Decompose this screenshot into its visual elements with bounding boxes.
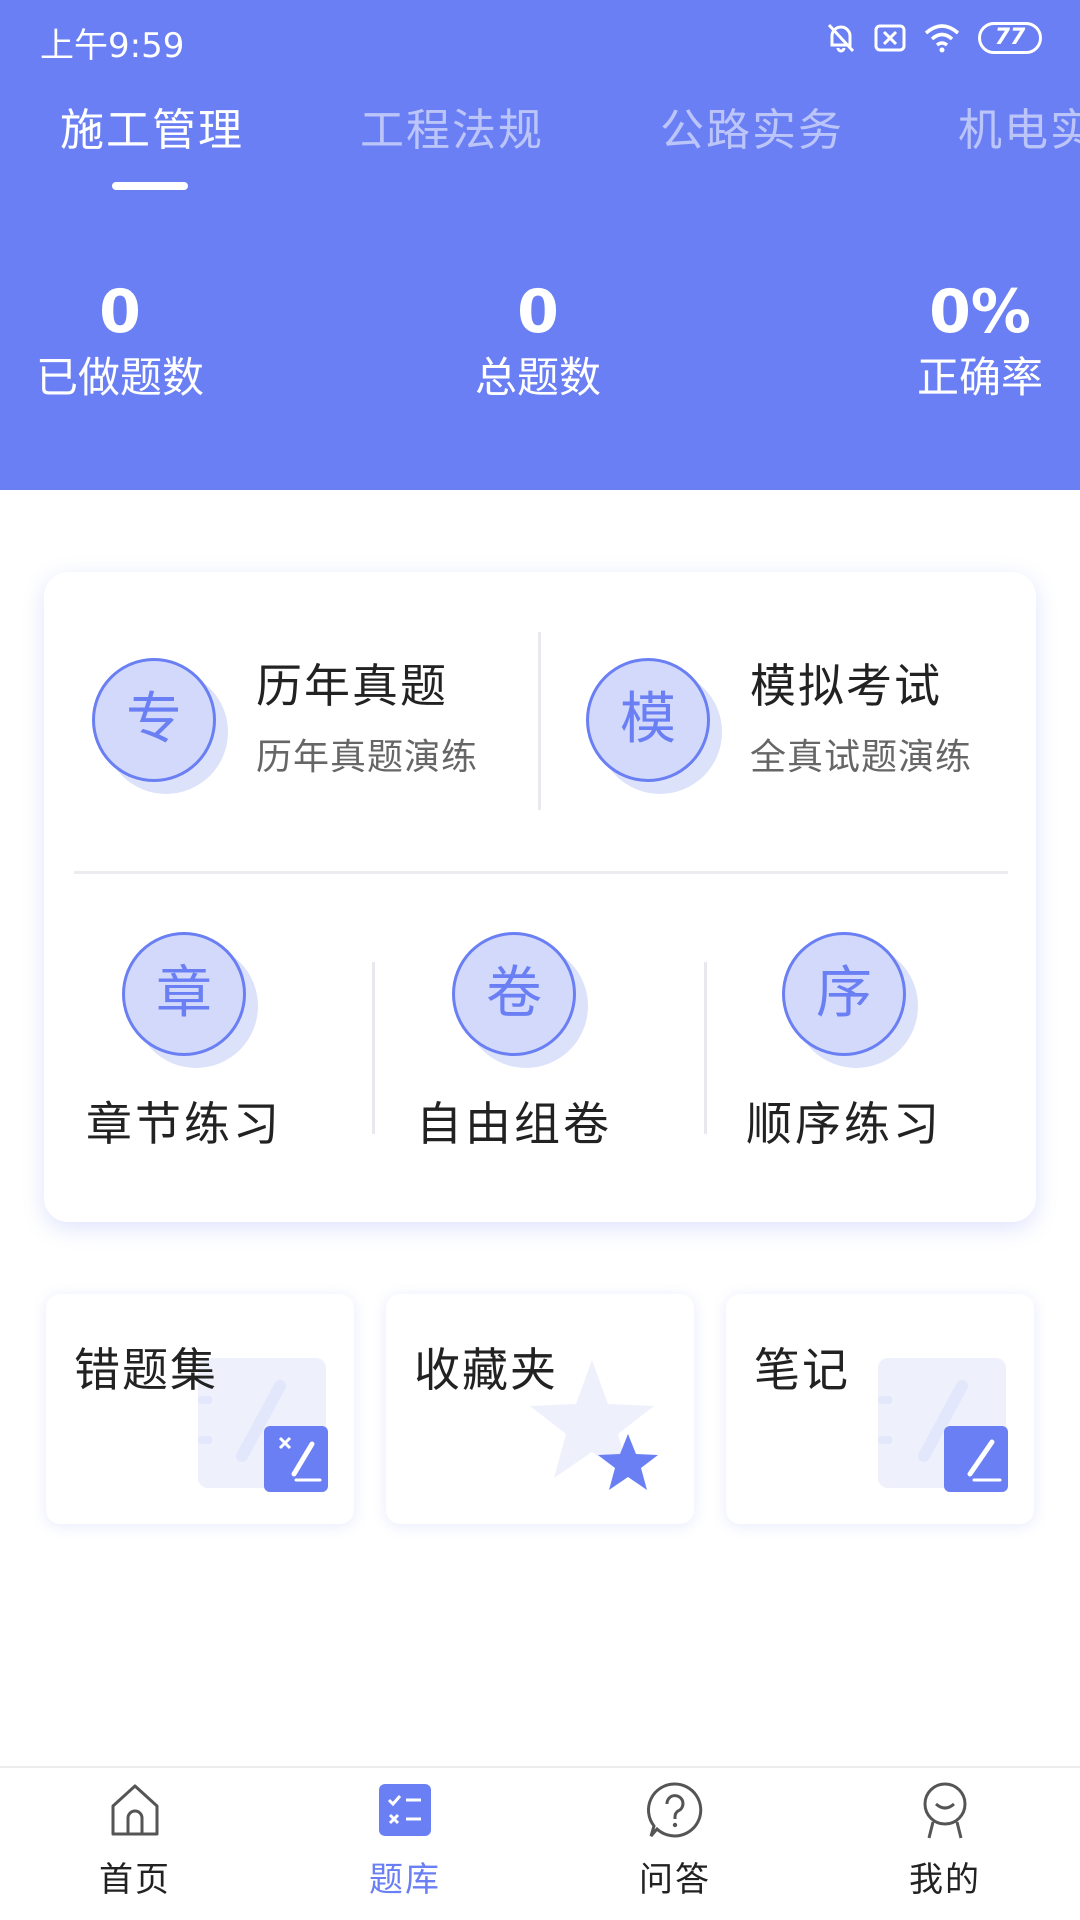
mock-exam-subtitle: 全真试题演练 — [750, 737, 973, 778]
wrong-questions-card[interactable]: 错题集 — [46, 1294, 354, 1524]
practice-card: 专 历年真题 历年真题演练 模 模拟考试 全真试题演练 章 章节练习 卷 自由组… — [44, 572, 1036, 1222]
tab-construction-management[interactable]: 施工管理 — [60, 94, 244, 158]
stat-accuracy: 0% 正确率 — [880, 276, 1080, 408]
profile-icon — [923, 1782, 967, 1839]
status-icons: 77 — [826, 18, 1042, 58]
bottom-nav: 首页 题库 问答 我的 — [0, 1766, 1080, 1920]
tab-highway-practice[interactable]: 公路实务 — [660, 94, 844, 158]
tab-mechanical-electrical[interactable]: 机电实 — [958, 94, 1080, 158]
tab-engineering-regulations[interactable]: 工程法规 — [360, 94, 544, 158]
past-exams-subtitle: 历年真题演练 — [256, 737, 479, 778]
home-icon — [111, 1784, 159, 1836]
mock-exam-item[interactable]: 模 模拟考试 全真试题演练 — [586, 654, 973, 794]
past-exams-item[interactable]: 专 历年真题 历年真题演练 — [92, 654, 479, 794]
status-bar: 上午9:59 77 — [0, 0, 1080, 78]
question-icon — [646, 1782, 703, 1838]
wrong-questions-title: 错题集 — [74, 1343, 218, 1397]
notes-title: 笔记 — [754, 1343, 850, 1397]
chapter-practice-label: 章节练习 — [86, 1097, 282, 1151]
favorites-title: 收藏夹 — [414, 1343, 558, 1397]
nav-question-bank-label: 题库 — [369, 1860, 441, 1900]
stat-done-value: 0 — [99, 277, 141, 347]
nav-question-bank[interactable]: 题库 — [325, 1780, 485, 1901]
status-time: 上午9:59 — [40, 26, 185, 66]
sequential-practice-badge: 序 — [782, 932, 918, 1068]
chapter-practice-badge: 章 — [122, 932, 258, 1068]
subject-tabs: 施工管理 工程法规 公路实务 机电实 — [0, 94, 1080, 194]
wifi-icon — [924, 24, 960, 53]
header: 上午9:59 77 施工管理 工程法规 公路实务 机电实 0 已做题数 0 总题… — [0, 0, 1080, 490]
tab-indicator — [112, 182, 188, 190]
mock-exam-badge: 模 — [586, 658, 722, 794]
nav-profile-label: 我的 — [909, 1860, 981, 1900]
stat-accuracy-label: 正确率 — [916, 353, 1043, 402]
free-paper-item[interactable]: 卷 自由组卷 — [364, 932, 664, 1154]
divider — [74, 871, 1008, 874]
mute-bell-icon — [827, 23, 855, 53]
stat-total-value: 0 — [517, 277, 559, 347]
pen-note-icon — [878, 1358, 1008, 1492]
mock-exam-title: 模拟考试 — [750, 659, 942, 713]
divider — [538, 632, 541, 810]
nav-qa-label: 问答 — [639, 1860, 711, 1900]
free-paper-badge: 卷 — [452, 932, 588, 1068]
sim-off-icon — [874, 24, 906, 52]
nav-home[interactable]: 首页 — [55, 1780, 215, 1901]
sequential-practice-item[interactable]: 序 顺序练习 — [694, 932, 994, 1154]
stat-done: 0 已做题数 — [20, 276, 220, 408]
free-paper-label: 自由组卷 — [416, 1097, 612, 1151]
stat-done-label: 已做题数 — [35, 353, 204, 402]
nav-qa[interactable]: 问答 — [595, 1780, 755, 1901]
battery-icon: 77 — [978, 22, 1042, 54]
chapter-practice-item[interactable]: 章 章节练习 — [34, 932, 334, 1154]
notes-card[interactable]: 笔记 — [726, 1294, 1034, 1524]
question-bank-icon — [379, 1784, 431, 1836]
sequential-practice-label: 顺序练习 — [746, 1097, 942, 1151]
past-exams-badge: 专 — [92, 658, 228, 794]
stat-total: 0 总题数 — [438, 276, 638, 408]
favorites-card[interactable]: 收藏夹 — [386, 1294, 694, 1524]
stat-total-label: 总题数 — [474, 353, 601, 402]
nav-home-label: 首页 — [99, 1860, 171, 1900]
past-exams-title: 历年真题 — [256, 659, 448, 713]
stat-accuracy-value: 0% — [929, 277, 1031, 347]
nav-profile[interactable]: 我的 — [865, 1780, 1025, 1901]
